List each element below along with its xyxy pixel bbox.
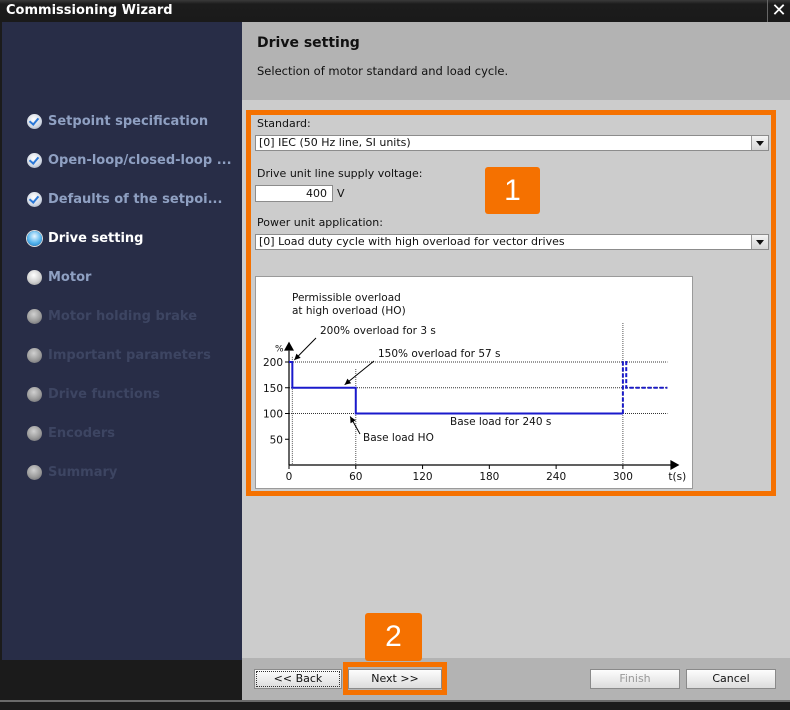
- sidebar-step-label: Open-loop/closed-loop ...: [48, 152, 232, 168]
- page-header: Drive setting Selection of motor standar…: [242, 22, 790, 100]
- step-bullet-icon: [27, 347, 42, 363]
- title-bar: Commissioning Wizard ✕: [0, 0, 790, 22]
- sidebar-step-defaults-of-the-setpoi[interactable]: Defaults of the setpoi...: [27, 189, 222, 209]
- sidebar-step-label: Motor holding brake: [48, 308, 198, 324]
- sidebar-step-motor[interactable]: Motor: [27, 267, 91, 287]
- sidebar-step-important-parameters: Important parameters: [27, 345, 211, 365]
- step-bullet-icon: [27, 308, 42, 324]
- highlight-frame-1: [246, 110, 776, 496]
- checkmark-icon: [27, 191, 42, 207]
- sidebar-step-setpoint-specification[interactable]: Setpoint specification: [27, 111, 208, 131]
- sidebar-step-label: Important parameters: [48, 347, 211, 363]
- back-button[interactable]: << Back: [254, 669, 342, 689]
- step-bullet-icon: [27, 386, 42, 402]
- close-icon[interactable]: ✕: [767, 0, 790, 22]
- checkmark-icon: [27, 152, 42, 168]
- sidebar-step-encoders: Encoders: [27, 423, 115, 443]
- sidebar-step-label: Motor: [48, 269, 92, 285]
- step-bullet-icon: [27, 464, 42, 480]
- callout-badge-2: 2: [365, 613, 422, 661]
- page-title: Drive setting: [257, 35, 360, 51]
- wizard-steps-sidebar: Setpoint specification Open-loop/closed-l…: [2, 22, 242, 660]
- sidebar-step-label: Defaults of the setpoi...: [48, 191, 223, 207]
- sidebar-step-motor-holding-brake: Motor holding brake: [27, 306, 197, 326]
- window-bottom-edge: [0, 700, 790, 710]
- sidebar-step-label: Summary: [48, 464, 118, 480]
- sidebar-step-label: Drive setting: [48, 230, 144, 246]
- finish-button: Finish: [590, 669, 680, 689]
- step-bullet-icon: [27, 269, 42, 285]
- cancel-button[interactable]: Cancel: [686, 669, 776, 689]
- sidebar-step-drive-setting[interactable]: Drive setting: [27, 228, 143, 248]
- sidebar-step-open-loop-closed-loop[interactable]: Open-loop/closed-loop ...: [27, 150, 232, 170]
- page-subtitle: Selection of motor standard and load cyc…: [257, 64, 509, 78]
- sidebar-step-drive-functions: Drive functions: [27, 384, 160, 404]
- sidebar-step-label: Setpoint specification: [48, 113, 209, 129]
- checkmark-icon: [27, 113, 42, 129]
- sidebar-step-label: Encoders: [48, 425, 116, 441]
- highlight-frame-2: [343, 662, 447, 695]
- sidebar-step-summary: Summary: [27, 462, 117, 482]
- current-step-icon: [27, 230, 42, 246]
- sidebar-step-label: Drive functions: [48, 386, 160, 402]
- step-bullet-icon: [27, 425, 42, 441]
- window-title: Commissioning Wizard: [6, 3, 173, 18]
